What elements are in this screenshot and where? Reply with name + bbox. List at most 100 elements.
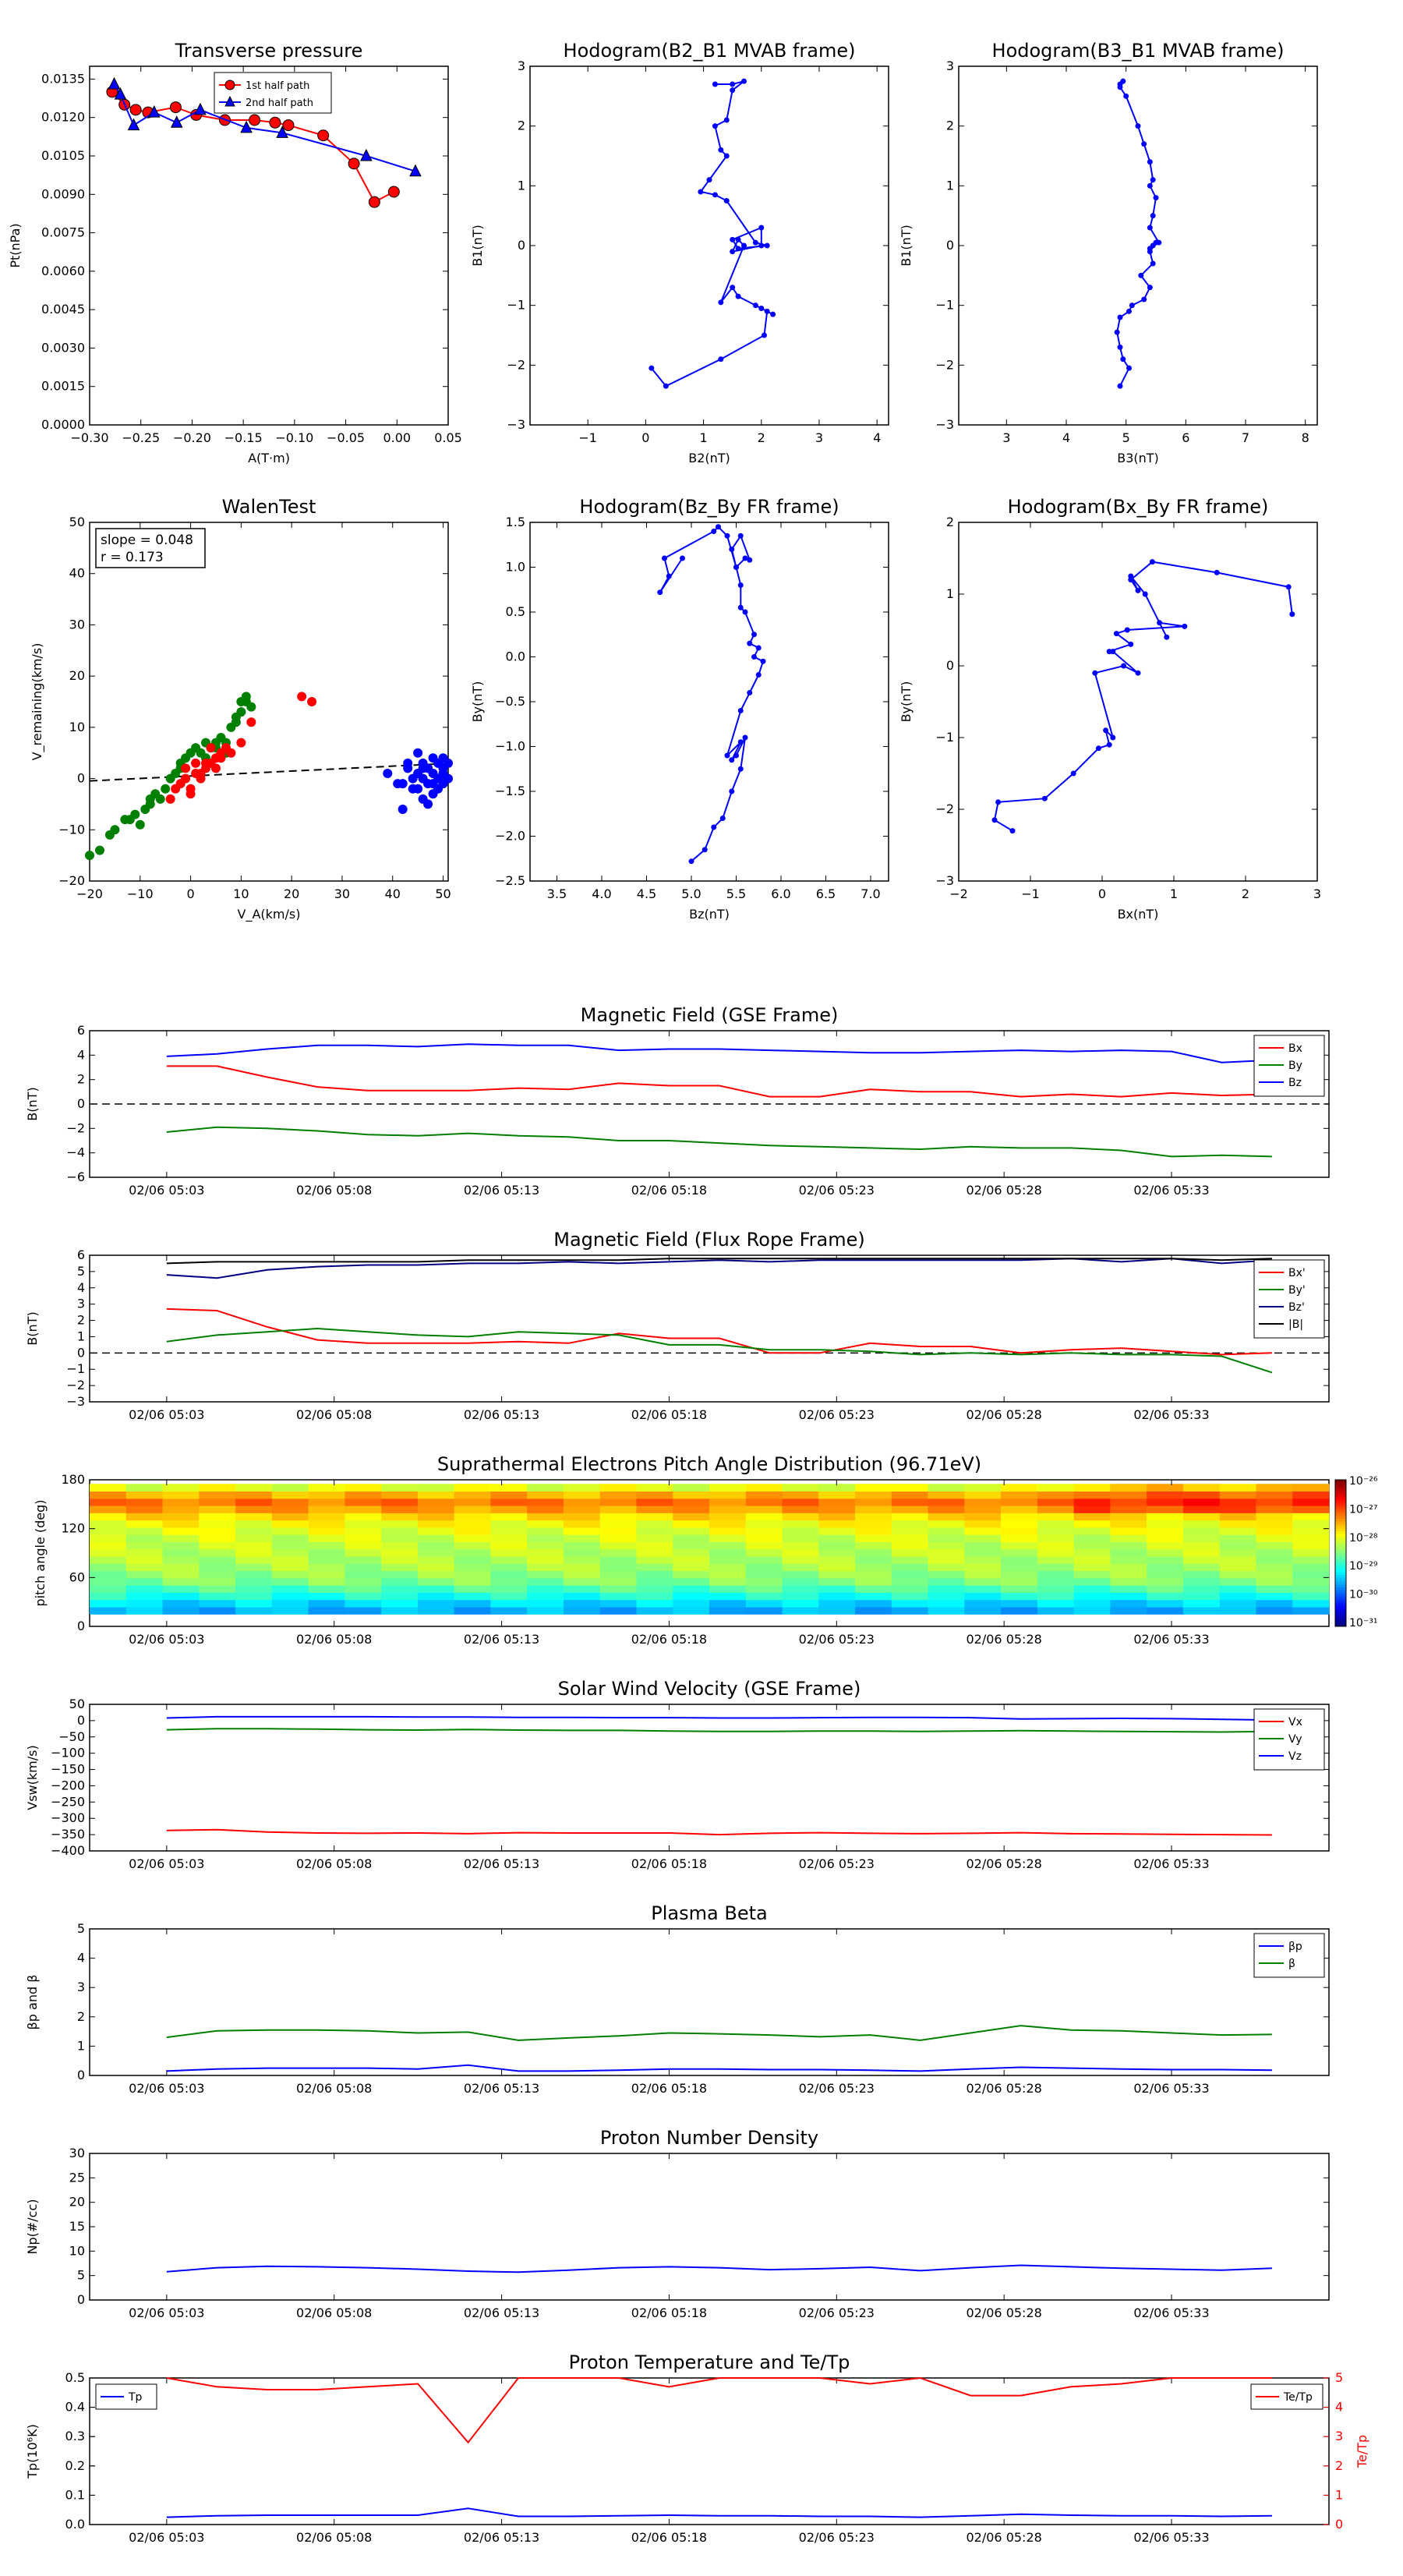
- plot-frame: [529, 522, 889, 882]
- heatmap-cell: [1182, 1484, 1221, 1492]
- y-tick-label: 4: [1335, 2400, 1343, 2415]
- heatmap-cell: [1147, 1570, 1184, 1579]
- heatmap-cell: [490, 1607, 528, 1615]
- scatter-point: [226, 748, 236, 758]
- y-tick-label: 1.5: [506, 515, 525, 529]
- heatmap-cell: [928, 1577, 965, 1586]
- hodogram-point: [1135, 587, 1141, 593]
- heatmap-cell: [1219, 1556, 1256, 1564]
- heatmap-cell: [1037, 1498, 1075, 1506]
- x-tick-label: −0.30: [70, 430, 108, 445]
- heatmap-cell: [745, 1548, 783, 1557]
- x-tick-label: 3: [1002, 430, 1010, 445]
- heatmap-cell: [1110, 1527, 1147, 1535]
- y-tick-label: 5: [77, 2268, 85, 2283]
- y-tick-label: 50: [69, 1697, 85, 1711]
- scatter-point: [408, 784, 418, 794]
- hodogram-point: [711, 529, 717, 534]
- colorbar-cell: [1335, 1526, 1346, 1530]
- heatmap-cell: [1037, 1592, 1075, 1601]
- heatmap-cell: [308, 1556, 345, 1564]
- x-tick-label: 02/06 05:28: [967, 2081, 1042, 2096]
- heatmap-cell: [345, 1607, 382, 1615]
- heatmap-cell: [891, 1577, 929, 1586]
- x-tick-label: 3.5: [547, 886, 567, 901]
- heatmap-cell: [308, 1484, 345, 1492]
- heatmap-cell: [745, 1498, 783, 1506]
- heatmap-cell: [199, 1556, 236, 1564]
- heatmap-cell: [417, 1520, 455, 1528]
- y-tick-label: 2: [77, 1313, 85, 1328]
- heatmap-cell: [1256, 1556, 1293, 1564]
- series-line: [166, 2376, 1272, 2444]
- colorbar-cell: [1335, 1533, 1346, 1537]
- heatmap-cell: [381, 1556, 419, 1564]
- heatmap-cell: [818, 1498, 856, 1506]
- hodogram-point: [751, 654, 757, 660]
- heatmap-cell: [90, 1548, 127, 1557]
- x-tick-label: 02/06 05:23: [799, 1856, 875, 1871]
- chart-np: Proton Number Density 02/06 05:03 02/06 05…: [25, 2127, 1330, 2320]
- chart-vsw: Solar Wind Velocity (GSE Frame) 02/06 05:…: [25, 1678, 1330, 1871]
- x-tick-label: 02/06 05:23: [799, 1632, 875, 1647]
- x-tick-label: 10: [233, 886, 249, 901]
- heatmap-cell: [1037, 1577, 1075, 1586]
- x-axis-label: Bz(nT): [689, 907, 730, 922]
- heatmap-cell: [345, 1513, 382, 1521]
- heatmap-cell: [1219, 1541, 1256, 1550]
- heatmap-cell: [271, 1491, 309, 1499]
- y-tick-label: 3: [77, 1980, 85, 1994]
- y-tick-label: 50: [69, 515, 85, 529]
- scatter-point: [231, 717, 241, 727]
- hodogram-point: [758, 306, 765, 311]
- heatmap-cell: [454, 1527, 491, 1535]
- heatmap-cell: [235, 1527, 273, 1535]
- heatmap-cell: [673, 1506, 710, 1513]
- colorbar-cell: [1335, 1580, 1346, 1583]
- y-tick-label: 0: [77, 1619, 85, 1633]
- heatmap-cell: [636, 1548, 673, 1557]
- heatmap-cell: [1110, 1556, 1147, 1564]
- heatmap-cell: [964, 1484, 1002, 1492]
- x-tick-label: 0: [186, 886, 194, 901]
- x-tick-label: 02/06 05:13: [464, 1407, 539, 1422]
- y-axis-label: βp and β: [25, 1975, 40, 2030]
- heatmap-cell: [162, 1527, 200, 1535]
- heatmap-cell: [709, 1506, 747, 1513]
- hodogram-point: [1092, 670, 1098, 676]
- hodogram-point: [712, 81, 718, 87]
- scatter-point: [201, 758, 211, 768]
- x-axis-label: A(T·m): [248, 451, 290, 465]
- colorbar-cell: [1335, 1548, 1346, 1552]
- heatmap-cell: [709, 1484, 747, 1492]
- hodogram-point: [1164, 634, 1170, 640]
- y-tick-label: 0.1: [65, 2487, 85, 2502]
- heatmap-cell: [1256, 1585, 1293, 1593]
- heatmap-cell: [90, 1607, 127, 1615]
- heatmap-cell: [636, 1506, 673, 1513]
- y-axis-label: By(nT): [899, 681, 914, 723]
- heatmap-cell: [125, 1548, 164, 1557]
- heatmap-cell: [782, 1570, 819, 1579]
- heatmap-cell: [308, 1607, 345, 1615]
- chart-beta: Plasma Beta 02/06 05:03 02/06 05:08 02/06 0…: [25, 1902, 1330, 2096]
- heatmap-cell: [891, 1491, 929, 1499]
- y-tick-label: −6: [66, 1169, 85, 1184]
- heatmap-cell: [1182, 1513, 1221, 1521]
- hodogram-point: [1147, 246, 1153, 252]
- heatmap-cell: [1256, 1541, 1293, 1550]
- y-tick-label: 0.4: [65, 2400, 85, 2415]
- heatmap-cell: [381, 1577, 419, 1586]
- heatmap-cell: [563, 1513, 601, 1521]
- y-tick-label: 2: [946, 515, 954, 529]
- chart-title: Proton Number Density: [600, 2127, 818, 2149]
- heatmap-cell: [855, 1548, 892, 1557]
- heatmap-cell: [235, 1506, 273, 1513]
- x-tick-label: 02/06 05:23: [799, 2081, 875, 2096]
- heatmap-cell: [381, 1541, 419, 1550]
- heatmap-cell: [1147, 1563, 1184, 1572]
- heatmap-cell: [563, 1607, 601, 1615]
- heatmap-cell: [745, 1556, 783, 1564]
- hodogram-point: [737, 766, 744, 772]
- hodogram-point: [733, 752, 739, 759]
